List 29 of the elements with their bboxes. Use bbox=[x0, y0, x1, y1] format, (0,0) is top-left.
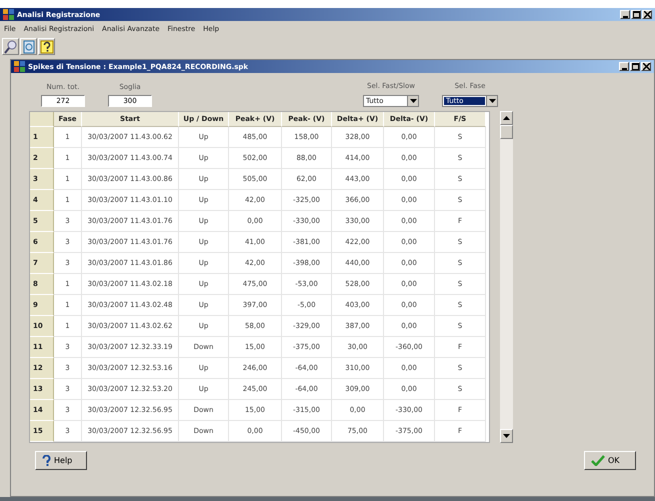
help-icon bbox=[40, 40, 54, 54]
maximize-icon bbox=[632, 11, 640, 18]
question-mark-icon bbox=[42, 455, 51, 466]
caret-icon bbox=[488, 99, 496, 103]
help-button[interactable]: Help bbox=[35, 451, 87, 470]
minimize-button[interactable] bbox=[620, 10, 630, 19]
maximize-button[interactable] bbox=[631, 10, 641, 19]
search-icon bbox=[4, 40, 18, 54]
scroll-thumb[interactable] bbox=[500, 125, 513, 139]
scroll-down-button[interactable] bbox=[500, 429, 513, 443]
close-button[interactable] bbox=[642, 10, 652, 19]
down-arrow-icon bbox=[503, 434, 510, 438]
minimize-button[interactable] bbox=[619, 62, 629, 71]
maximize-button[interactable] bbox=[630, 62, 640, 71]
close-icon bbox=[642, 63, 650, 70]
maximize-icon bbox=[632, 63, 638, 70]
ok-button[interactable]: OK bbox=[584, 451, 636, 470]
toolbar-button[interactable] bbox=[2, 38, 19, 55]
up-arrow-icon bbox=[503, 116, 510, 120]
app-icon bbox=[3, 9, 14, 20]
document-icon bbox=[22, 40, 36, 54]
checkmark-icon bbox=[591, 455, 605, 466]
scrollbar[interactable] bbox=[500, 111, 513, 443]
close-icon bbox=[644, 11, 650, 18]
toolbar-button[interactable] bbox=[38, 38, 55, 55]
close-button[interactable] bbox=[641, 62, 651, 71]
scroll-up-button[interactable] bbox=[500, 111, 513, 125]
app-icon bbox=[14, 61, 25, 72]
caret-icon bbox=[410, 99, 416, 103]
